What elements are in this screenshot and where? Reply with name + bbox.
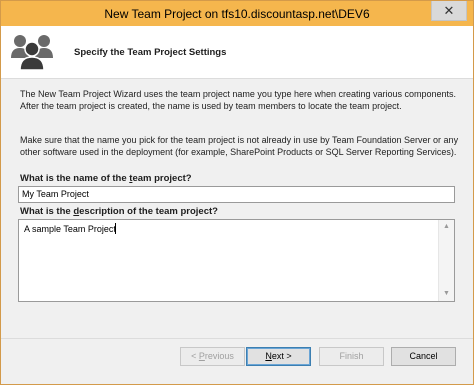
previous-prefix: < — [191, 351, 199, 361]
description-label: What is the description of the team proj… — [20, 206, 218, 217]
text-caret — [115, 223, 116, 234]
close-icon[interactable]: ✕ — [444, 3, 455, 18]
uniqueness-paragraph: Make sure that the name you pick for the… — [20, 135, 459, 157]
description-label-a: What is the — [20, 206, 74, 217]
window-title: New Team Project on tfs10.discountasp.ne… — [104, 7, 370, 21]
description-text: A sample Team Project — [24, 224, 116, 234]
wizard-header: Specify the Team Project Settings — [1, 26, 473, 79]
team-project-name-input[interactable]: My Team Project — [18, 186, 455, 203]
name-label-a: What is the name of the — [20, 173, 130, 184]
description-label-b: escription of the team project? — [79, 206, 218, 217]
description-scrollbar[interactable]: ▲ ▼ — [438, 220, 454, 301]
new-team-project-dialog: New Team Project on tfs10.discountasp.ne… — [0, 0, 474, 385]
close-button[interactable]: ✕ — [431, 1, 467, 21]
previous-button[interactable]: < Previous — [180, 347, 245, 366]
scroll-up-icon[interactable]: ▲ — [443, 223, 450, 231]
title-bar[interactable]: New Team Project on tfs10.discountasp.ne… — [1, 1, 473, 26]
team-users-icon — [11, 35, 53, 71]
previous-rest: revious — [204, 351, 234, 361]
name-label-b: eam project? — [132, 173, 192, 184]
finish-button[interactable]: Finish — [319, 347, 384, 366]
scroll-down-icon[interactable]: ▼ — [443, 290, 450, 298]
next-button[interactable]: Next > — [246, 347, 311, 366]
page-title: Specify the Team Project Settings — [74, 47, 227, 58]
cancel-button[interactable]: Cancel — [391, 347, 456, 366]
team-project-description-textarea[interactable]: A sample Team Project ▲ ▼ — [18, 219, 455, 302]
name-label: What is the name of the team project? — [20, 173, 192, 184]
footer-divider — [1, 338, 473, 339]
intro-paragraph: The New Team Project Wizard uses the tea… — [20, 89, 457, 111]
next-rest: ext > — [271, 351, 292, 361]
